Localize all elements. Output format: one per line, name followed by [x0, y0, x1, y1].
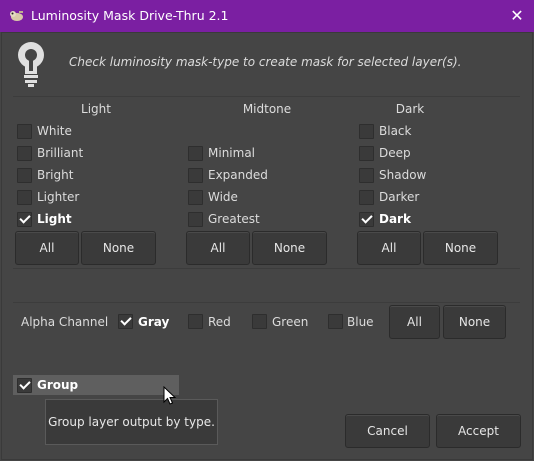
checkbox-minimal[interactable] — [188, 146, 203, 161]
window-title: Luminosity Mask Drive-Thru 2.1 — [31, 8, 229, 23]
checkbox-gray[interactable] — [118, 314, 133, 329]
light-heading: Light — [81, 102, 111, 116]
checkbox-label: Light — [37, 212, 72, 226]
checkbox-label: Black — [379, 124, 412, 138]
alpha-channel-label: Alpha Channel — [21, 315, 109, 329]
checkbox-label: Deep — [379, 146, 411, 160]
checkbox-label: Minimal — [208, 146, 256, 160]
light-none-button[interactable]: None — [81, 231, 156, 265]
alpha-all-button[interactable]: All — [389, 305, 440, 339]
dark-none-button[interactable]: None — [423, 231, 498, 265]
checkbox-label: Green — [272, 315, 309, 329]
checkbox-shadow[interactable] — [359, 168, 374, 183]
accept-button[interactable]: Accept — [436, 414, 521, 448]
mouse-cursor-icon — [163, 386, 177, 405]
checkbox-label: Bright — [37, 168, 74, 182]
checkbox-label: Wide — [208, 190, 238, 204]
checkbox-brilliant[interactable] — [17, 146, 32, 161]
checkbox-red[interactable] — [188, 314, 203, 329]
lightbulb-icon — [18, 42, 44, 87]
close-icon[interactable]: ✕ — [505, 4, 529, 28]
light-all-button[interactable]: All — [15, 231, 79, 265]
checkbox-label: Blue — [347, 315, 374, 329]
alpha-none-button[interactable]: None — [443, 305, 506, 339]
group-label: Group — [37, 378, 79, 392]
divider — [13, 302, 520, 303]
midtone-all-button[interactable]: All — [186, 231, 250, 265]
dark-heading: Dark — [395, 102, 425, 116]
divider — [13, 268, 520, 269]
checkbox-label: Red — [208, 315, 231, 329]
cancel-button[interactable]: Cancel — [345, 414, 430, 448]
midtone-heading: Midtone — [242, 102, 292, 116]
checkbox-label: Darker — [379, 190, 420, 204]
checkbox-dark[interactable] — [359, 212, 374, 227]
checkbox-label: Dark — [379, 212, 411, 226]
checkbox-group[interactable] — [17, 378, 32, 393]
gimp-wilber-icon — [10, 11, 23, 21]
checkbox-label: Lighter — [37, 190, 80, 204]
checkbox-light[interactable] — [17, 212, 32, 227]
checkbox-expanded[interactable] — [188, 168, 203, 183]
checkbox-label: Expanded — [208, 168, 268, 182]
checkbox-bright[interactable] — [17, 168, 32, 183]
checkbox-label: Greatest — [208, 212, 260, 226]
checkbox-white[interactable] — [17, 124, 32, 139]
checkbox-label: Gray — [138, 315, 170, 329]
checkbox-wide[interactable] — [188, 190, 203, 205]
checkbox-greatest[interactable] — [188, 212, 203, 227]
info-text: Check luminosity mask-type to create mas… — [69, 55, 462, 69]
dark-all-button[interactable]: All — [357, 231, 421, 265]
checkbox-lighter[interactable] — [17, 190, 32, 205]
checkbox-label: Brilliant — [37, 146, 84, 160]
tooltip: Group layer output by type. — [45, 399, 218, 445]
checkbox-darker[interactable] — [359, 190, 374, 205]
midtone-none-button[interactable]: None — [252, 231, 327, 265]
checkbox-black[interactable] — [359, 124, 374, 139]
divider — [13, 96, 520, 97]
checkbox-green[interactable] — [252, 314, 267, 329]
checkbox-label: White — [37, 124, 72, 138]
checkbox-label: Shadow — [379, 168, 427, 182]
checkbox-deep[interactable] — [359, 146, 374, 161]
checkbox-blue[interactable] — [328, 314, 343, 329]
title-bar: Luminosity Mask Drive-Thru 2.1 ✕ — [0, 0, 534, 32]
